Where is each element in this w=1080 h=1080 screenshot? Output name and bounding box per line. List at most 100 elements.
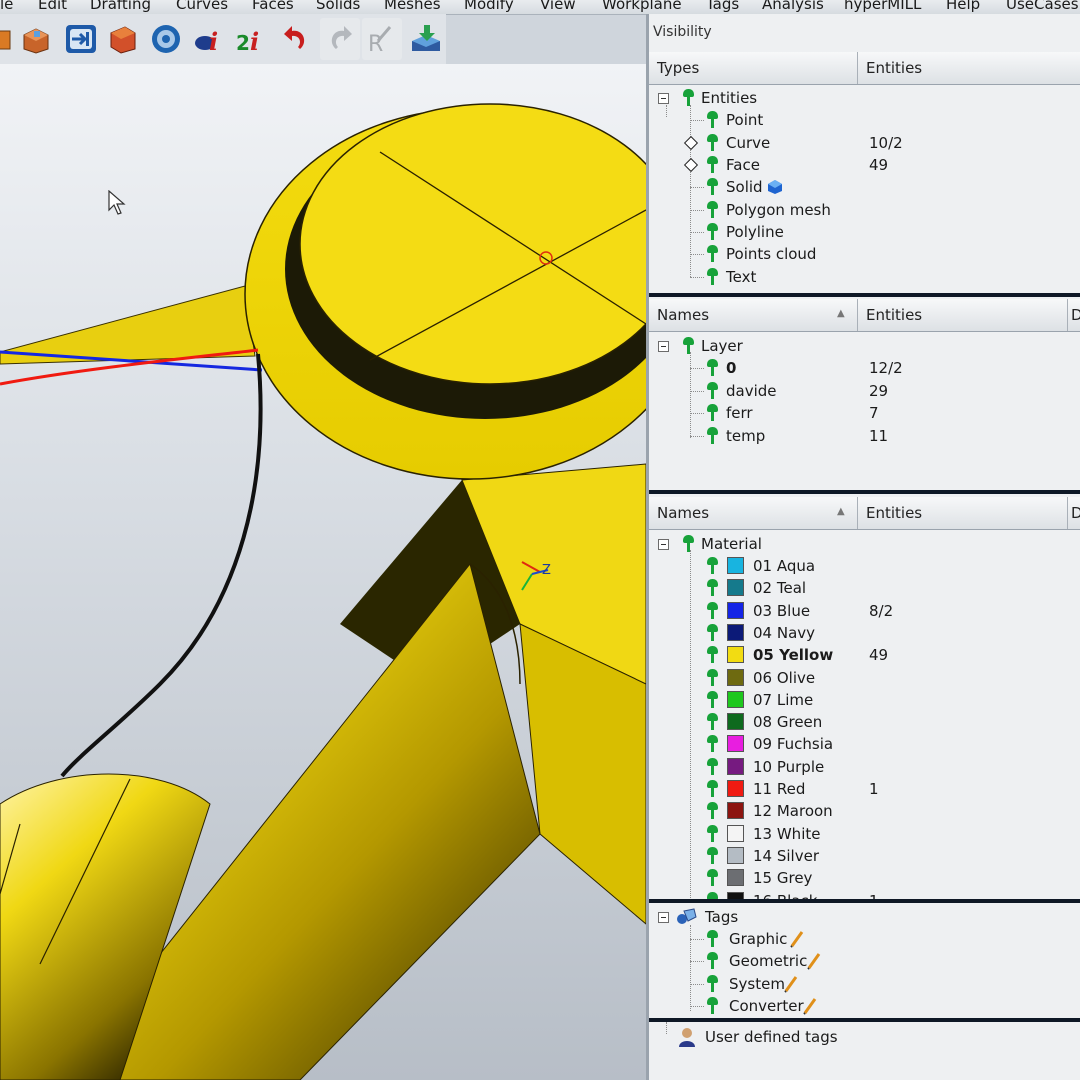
diamond-icon[interactable]	[683, 135, 699, 151]
visible-pin-icon[interactable]	[707, 846, 718, 864]
material-item[interactable]: 02 Teal	[649, 577, 1080, 599]
export-icon[interactable]	[406, 18, 446, 60]
visible-pin-icon[interactable]	[707, 952, 718, 969]
tree-item-polyline[interactable]: Polyline	[649, 221, 1080, 243]
visible-pin-icon[interactable]	[707, 111, 718, 128]
visible-pin-icon[interactable]	[707, 713, 718, 731]
visible-pin-icon[interactable]	[707, 134, 718, 151]
visible-pin-icon[interactable]	[707, 668, 718, 686]
material-item[interactable]: 11 Red 1	[649, 778, 1080, 800]
visible-pin-icon[interactable]	[707, 579, 718, 597]
3d-viewport[interactable]: Z	[0, 64, 646, 1080]
tree-root-material[interactable]: Material	[649, 533, 1080, 555]
material-item[interactable]: 15 Grey	[649, 867, 1080, 889]
menu-drafting[interactable]: Drafting	[90, 0, 151, 13]
menu-analysis[interactable]: Analysis	[762, 0, 824, 13]
entities-column-header[interactable]: Entities	[866, 59, 922, 77]
material-item[interactable]: 14 Silver	[649, 845, 1080, 867]
menu-file[interactable]: le	[0, 0, 13, 13]
tree-item-curve[interactable]: Curve 10/2	[649, 132, 1080, 154]
tag-item-graphic[interactable]: Graphic	[649, 928, 1080, 950]
visible-pin-icon[interactable]	[707, 869, 718, 887]
menu-edit[interactable]: Edit	[38, 0, 67, 13]
visible-pin-icon[interactable]	[707, 601, 718, 619]
tag-item-converter[interactable]: Converter	[649, 995, 1080, 1017]
pencil-icon[interactable]	[789, 930, 805, 948]
entities-column-header[interactable]: Entities	[866, 306, 922, 324]
d-column-header[interactable]: D	[1071, 306, 1080, 324]
layer-item-davide[interactable]: davide 29	[649, 380, 1080, 402]
visible-pin-icon[interactable]	[707, 245, 718, 262]
menu-tags[interactable]: Tags	[706, 0, 739, 13]
material-item[interactable]: 13 White	[649, 823, 1080, 845]
visible-pin-icon[interactable]	[707, 404, 718, 421]
material-item[interactable]: 03 Blue 8/2	[649, 600, 1080, 622]
menu-help[interactable]: Help	[946, 0, 980, 13]
visible-pin-icon[interactable]	[707, 802, 718, 820]
names-column-header[interactable]: Names	[657, 306, 709, 324]
redo-all-icon[interactable]: R	[362, 18, 402, 60]
visible-pin-icon[interactable]	[683, 337, 694, 354]
collapse-icon[interactable]	[658, 912, 669, 923]
material-item[interactable]: 16 Black 1	[649, 890, 1080, 899]
section-divider[interactable]	[649, 293, 1080, 297]
names-column-header[interactable]: Names	[657, 504, 709, 522]
material-item[interactable]: 06 Olive	[649, 667, 1080, 689]
tree-root-tags[interactable]: Tags	[649, 906, 1080, 928]
visible-pin-icon[interactable]	[707, 382, 718, 399]
tag-item-system[interactable]: System	[649, 973, 1080, 995]
menu-hypermill[interactable]: hyperMILL	[844, 0, 921, 13]
visible-pin-icon[interactable]	[683, 535, 694, 552]
visible-pin-icon[interactable]	[707, 359, 718, 376]
visible-pin-icon[interactable]	[707, 824, 718, 842]
import-icon[interactable]	[60, 18, 100, 60]
section-divider[interactable]	[649, 490, 1080, 494]
material-item[interactable]: 12 Maroon	[649, 800, 1080, 822]
pencil-icon[interactable]	[802, 997, 818, 1015]
visible-pin-icon[interactable]	[707, 780, 718, 797]
menu-view[interactable]: View	[540, 0, 576, 13]
visible-pin-icon[interactable]	[707, 690, 718, 708]
visible-pin-icon[interactable]	[707, 930, 718, 947]
redo-icon[interactable]	[320, 18, 360, 60]
menu-workplane[interactable]: Workplane	[602, 0, 682, 13]
tree-item-point[interactable]: Point	[649, 109, 1080, 131]
layer-item-temp[interactable]: temp 11	[649, 425, 1080, 447]
tree-root-entities[interactable]: Entities	[649, 87, 1080, 109]
visible-pin-icon[interactable]	[707, 201, 718, 218]
visible-pin-icon[interactable]	[707, 178, 718, 195]
material-item[interactable]: 07 Lime	[649, 689, 1080, 711]
part-icon[interactable]	[103, 18, 143, 60]
collapse-icon[interactable]	[658, 341, 669, 352]
gear-wheel-icon[interactable]	[146, 18, 186, 60]
info-icon[interactable]: i	[189, 18, 229, 60]
visible-pin-icon[interactable]	[707, 427, 718, 444]
layer-item-ferr[interactable]: ferr 7	[649, 402, 1080, 424]
undo-icon[interactable]	[276, 18, 316, 60]
visible-pin-icon[interactable]	[707, 268, 718, 285]
pencil-icon[interactable]	[806, 952, 822, 970]
material-item[interactable]: 04 Navy	[649, 622, 1080, 644]
tag-item-geometric[interactable]: Geometric	[649, 950, 1080, 972]
box-icon[interactable]	[16, 18, 56, 60]
pencil-icon[interactable]	[783, 975, 799, 993]
visible-pin-icon[interactable]	[707, 975, 718, 992]
visible-pin-icon[interactable]	[707, 735, 718, 753]
tree-root-user-tags[interactable]: User defined tags	[649, 1026, 1080, 1048]
tree-item-face[interactable]: Face 49	[649, 154, 1080, 176]
types-column-header[interactable]: Types	[657, 59, 699, 77]
collapse-icon[interactable]	[658, 93, 669, 104]
visible-pin-icon[interactable]	[707, 891, 718, 899]
material-item[interactable]: 10 Purple	[649, 756, 1080, 778]
menu-meshes[interactable]: Meshes	[384, 0, 441, 13]
tree-item-polygon-mesh[interactable]: Polygon mesh	[649, 199, 1080, 221]
visible-pin-icon[interactable]	[707, 223, 718, 240]
material-item[interactable]: 01 Aqua	[649, 555, 1080, 577]
menu-curves[interactable]: Curves	[176, 0, 228, 13]
info-2-icon[interactable]: 2i	[232, 18, 272, 60]
visible-pin-icon[interactable]	[683, 89, 694, 106]
material-item[interactable]: 08 Green	[649, 711, 1080, 733]
tree-item-solid[interactable]: Solid	[649, 176, 1080, 198]
collapse-icon[interactable]	[658, 539, 669, 550]
visible-pin-icon[interactable]	[707, 156, 718, 173]
